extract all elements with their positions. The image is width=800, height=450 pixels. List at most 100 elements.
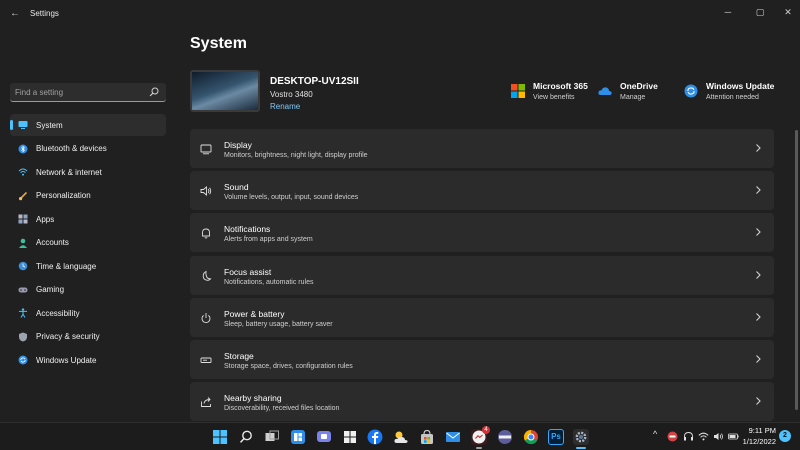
moon-icon	[202, 270, 212, 281]
accessibility-icon	[19, 308, 27, 318]
store-bag-icon[interactable]	[419, 429, 435, 445]
wifi-icon	[18, 168, 28, 176]
quick-link-subtitle: Attention needed	[706, 94, 759, 101]
sidebar-item-label: Windows Update	[36, 355, 97, 365]
back-arrow-icon[interactable]: ←	[10, 8, 20, 19]
taskbar-clock-time[interactable]: 9:11 PM	[746, 426, 776, 435]
notification-count-badge[interactable]: 2	[779, 430, 791, 442]
messenger-badge: 4	[482, 426, 490, 434]
sidebar-item-label: Apps	[36, 214, 55, 224]
search-icon[interactable]	[149, 87, 159, 97]
brush-icon	[19, 191, 28, 200]
settings-card-sound[interactable]: Sound Volume levels, output, input, soun…	[190, 171, 774, 211]
card-subtitle: Discoverability, received files location	[224, 405, 340, 413]
settings-card-nearby-sharing[interactable]: Nearby sharing Discoverability, received…	[190, 382, 774, 422]
settings-icon	[575, 431, 587, 443]
teams-chat-icon[interactable]	[316, 429, 332, 445]
settings-card-list: Display Monitors, brightness, night ligh…	[190, 129, 774, 424]
photoshop-icon[interactable]: Ps	[548, 429, 564, 445]
tray-app-icon[interactable]	[667, 431, 678, 442]
speaker-icon	[200, 186, 212, 197]
settings-card-focus-assist[interactable]: Focus assist Notifications, automatic ru…	[190, 255, 774, 295]
app-title: Settings	[30, 9, 59, 18]
sidebar-item-personalization[interactable]: Personalization	[10, 185, 166, 207]
taskbar-clock-date[interactable]: 1/12/2022	[740, 437, 776, 446]
tray-overflow-chevron-icon[interactable]: ^	[653, 429, 664, 440]
settings-card-power-battery[interactable]: Power & battery Sleep, battery usage, ba…	[190, 297, 774, 337]
battery-icon[interactable]	[728, 431, 739, 442]
search-icon[interactable]	[238, 429, 254, 445]
device-model: Vostro 3480	[270, 90, 313, 99]
sidebar-item-windows-update[interactable]: Windows Update	[10, 349, 166, 371]
card-title: Sound	[224, 182, 249, 193]
search-box[interactable]	[10, 83, 166, 102]
facebook-icon[interactable]	[367, 429, 383, 445]
card-title: Power & battery	[224, 308, 285, 319]
sidebar-item-network-internet[interactable]: Network & internet	[10, 161, 166, 183]
sidebar-item-gaming[interactable]: Gaming	[10, 279, 166, 301]
microsoft-store-icon[interactable]	[342, 429, 358, 445]
rename-link[interactable]: Rename	[270, 102, 300, 111]
taskbar: 4 Ps ^	[0, 422, 800, 450]
sidebar-item-label: Privacy & security	[36, 332, 100, 341]
close-button[interactable]: ✕	[780, 5, 796, 19]
quick-link-title: OneDrive	[620, 81, 658, 91]
volume-icon[interactable]	[713, 431, 724, 442]
mail-icon[interactable]	[445, 429, 461, 445]
start-icon[interactable]	[212, 429, 228, 445]
card-title: Display	[224, 140, 252, 150]
search-input[interactable]	[15, 85, 145, 99]
sidebar-nav: System Bluetooth & devices Network & int…	[10, 114, 166, 373]
sidebar-item-label: Accounts	[36, 238, 69, 247]
sidebar-item-privacy-security[interactable]: Privacy & security	[10, 326, 166, 348]
share-icon	[201, 397, 211, 408]
device-name: DESKTOP-UV12SII	[270, 76, 359, 87]
update-icon	[684, 84, 698, 98]
chevron-right-icon	[756, 312, 761, 321]
content-scrollbar[interactable]	[795, 130, 798, 410]
sidebar-item-time-language[interactable]: Time & language	[10, 255, 166, 277]
card-title: Focus assist	[224, 266, 272, 277]
card-title: Nearby sharing	[224, 393, 282, 404]
sidebar-item-label: Bluetooth & devices	[36, 144, 107, 153]
sidebar-item-accessibility[interactable]: Accessibility	[10, 302, 166, 324]
monitor-icon	[18, 121, 28, 129]
card-subtitle: Notifications, automatic rules	[224, 278, 314, 286]
maximize-button[interactable]: ▢	[752, 5, 768, 19]
quick-link-title: Windows Update	[706, 81, 775, 91]
settings-card-display[interactable]: Display Monitors, brightness, night ligh…	[190, 129, 774, 168]
sidebar-item-system[interactable]: System	[10, 114, 166, 136]
storage-icon	[200, 357, 212, 363]
chrome-icon[interactable]	[523, 429, 539, 445]
task-view-icon[interactable]	[264, 429, 280, 445]
card-subtitle: Storage space, drives, configuration rul…	[224, 362, 353, 370]
wifi-icon[interactable]	[698, 431, 709, 442]
widgets-icon[interactable]	[290, 429, 306, 445]
card-title: Notifications	[224, 224, 271, 235]
card-subtitle: Monitors, brightness, night light, displ…	[224, 152, 368, 159]
taskbar-active-indicator	[576, 447, 586, 449]
settings-card-storage[interactable]: Storage Storage space, drives, configura…	[190, 339, 774, 379]
display-icon	[200, 144, 212, 155]
title-bar: ← Settings ─ ▢ ✕	[0, 0, 800, 28]
taskbar-active-indicator	[476, 447, 482, 449]
sidebar-item-accounts[interactable]: Accounts	[10, 232, 166, 254]
app-icon[interactable]	[497, 429, 513, 445]
messenger-button[interactable]: 4	[471, 426, 490, 449]
apps-icon	[18, 214, 28, 224]
settings-card-notifications[interactable]: Notifications Alerts from apps and syste…	[190, 213, 774, 253]
globe-clock-icon	[18, 261, 28, 271]
quick-link-onedrive[interactable]: OneDrive Manage	[598, 81, 658, 101]
sidebar-item-label: Network & internet	[36, 167, 102, 177]
chevron-right-icon	[756, 144, 761, 152]
sidebar-item-bluetooth-devices[interactable]: Bluetooth & devices	[10, 138, 166, 160]
headset-icon[interactable]	[683, 431, 694, 442]
quick-link-windows-update[interactable]: Windows Update Attention needed	[684, 81, 774, 101]
weather-icon[interactable]	[393, 429, 409, 445]
quick-link-microsoft-365[interactable]: Microsoft 365 View benefits	[511, 81, 588, 101]
sidebar-item-apps[interactable]: Apps	[10, 208, 166, 230]
card-subtitle: Volume levels, output, input, sound devi…	[224, 194, 359, 202]
card-subtitle: Alerts from apps and system	[224, 236, 313, 244]
settings-taskbar-button[interactable]	[573, 429, 589, 449]
minimize-button[interactable]: ─	[720, 5, 736, 19]
